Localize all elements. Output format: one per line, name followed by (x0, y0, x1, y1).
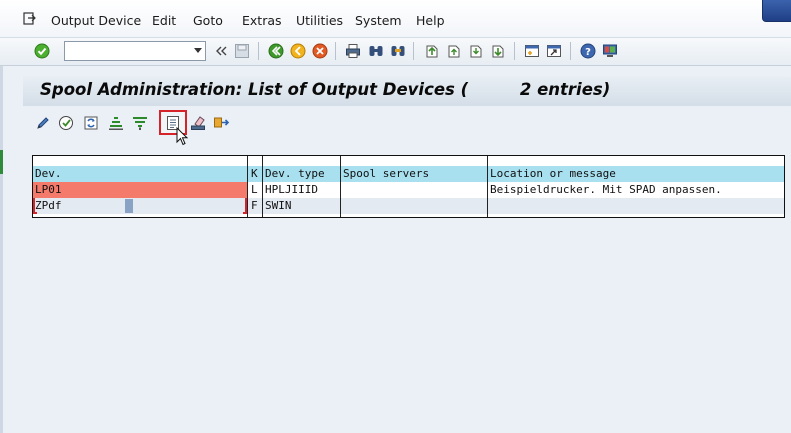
left-frame-strip (0, 66, 3, 433)
column-header-spool-servers[interactable]: Spool servers (341, 166, 486, 182)
help-icon[interactable]: ? (580, 43, 596, 59)
toolbar-separator (413, 42, 414, 60)
application-toolbar (23, 107, 791, 146)
column-header-dev[interactable]: Dev. (33, 166, 247, 182)
cell-dev[interactable]: LP01 (33, 182, 247, 198)
column-header-k[interactable]: K (249, 166, 262, 182)
column-divider (262, 156, 263, 217)
cell-spool-servers[interactable] (341, 182, 486, 198)
output-devices-list: Dev. K Dev. type Spool servers Location … (32, 155, 785, 218)
cell-dev-type[interactable]: HPLJIIID (263, 182, 339, 198)
table-row[interactable]: LP01 L HPLJIIID Beispieldrucker. Mit SPA… (33, 182, 784, 198)
menu-bar: Output Device Edit Goto Extras Utilities… (0, 0, 791, 38)
first-page-icon[interactable] (424, 43, 440, 59)
frame-marker (0, 150, 3, 174)
column-header-dev-type[interactable]: Dev. type (263, 166, 339, 182)
exit-icon[interactable] (290, 43, 306, 59)
print-icon[interactable] (345, 43, 361, 59)
cell-location[interactable] (488, 198, 784, 214)
column-divider (247, 156, 248, 217)
window-button[interactable] (762, 0, 791, 22)
menu-system[interactable]: System (355, 13, 402, 28)
cancel-icon[interactable] (312, 43, 328, 59)
filter-icon[interactable] (132, 115, 148, 131)
print-eraser-icon[interactable] (190, 115, 207, 131)
sort-ascending-icon[interactable] (108, 115, 124, 131)
table-header-row: Dev. K Dev. type Spool servers Location … (33, 166, 784, 182)
refresh-icon[interactable] (83, 115, 99, 131)
menu-edit[interactable]: Edit (152, 13, 176, 28)
transfer-export-icon[interactable] (213, 115, 230, 131)
text-cursor (125, 199, 133, 213)
column-divider (487, 156, 488, 217)
previous-page-icon[interactable] (446, 43, 462, 59)
menu-utilities[interactable]: Utilities (296, 13, 343, 28)
back-icon[interactable] (268, 43, 284, 59)
menu-icon[interactable] (23, 12, 36, 25)
title-bar: Spool Administration: List of Output Dev… (23, 76, 791, 106)
toolbar-separator (258, 42, 259, 60)
new-session-icon[interactable] (524, 43, 540, 59)
column-divider (340, 156, 341, 217)
layout-menu-icon[interactable] (602, 43, 618, 59)
change-pencil-icon[interactable] (35, 115, 51, 131)
menu-output-device[interactable]: Output Device (51, 13, 141, 28)
toolbar-separator (514, 42, 515, 60)
next-page-icon[interactable] (468, 43, 484, 59)
cell-dev[interactable]: ZPdf (33, 198, 247, 214)
menu-extras[interactable]: Extras (242, 13, 282, 28)
cell-k[interactable]: L (249, 182, 262, 198)
menu-goto[interactable]: Goto (193, 13, 223, 28)
mouse-cursor-icon (176, 127, 189, 146)
column-header-location[interactable]: Location or message (488, 166, 784, 182)
save-icon[interactable] (234, 43, 250, 59)
command-field[interactable] (64, 41, 206, 61)
page-title: Spool Administration: List of Output Dev… (40, 80, 611, 99)
find-icon[interactable] (368, 43, 384, 59)
shortcut-icon[interactable] (546, 43, 562, 59)
menu-help[interactable]: Help (416, 13, 445, 28)
toolbar-separator (335, 42, 336, 60)
cell-spool-servers[interactable] (341, 198, 486, 214)
find-next-icon[interactable] (390, 43, 406, 59)
double-chevron-left-icon[interactable] (214, 45, 228, 57)
svg-text:?: ? (585, 47, 591, 58)
table-row[interactable]: ZPdf F SWIN (33, 198, 784, 214)
focus-bracket-left (33, 198, 37, 214)
chevron-down-icon[interactable] (194, 48, 202, 53)
cell-dev-type[interactable]: SWIN (263, 198, 339, 214)
enter-check-icon[interactable] (34, 43, 50, 59)
toolbar-separator (570, 42, 571, 60)
last-page-icon[interactable] (490, 43, 506, 59)
display-change-icon[interactable] (58, 115, 75, 131)
cell-k[interactable]: F (249, 198, 262, 214)
cell-location[interactable]: Beispieldrucker. Mit SPAD anpassen. (488, 182, 784, 198)
